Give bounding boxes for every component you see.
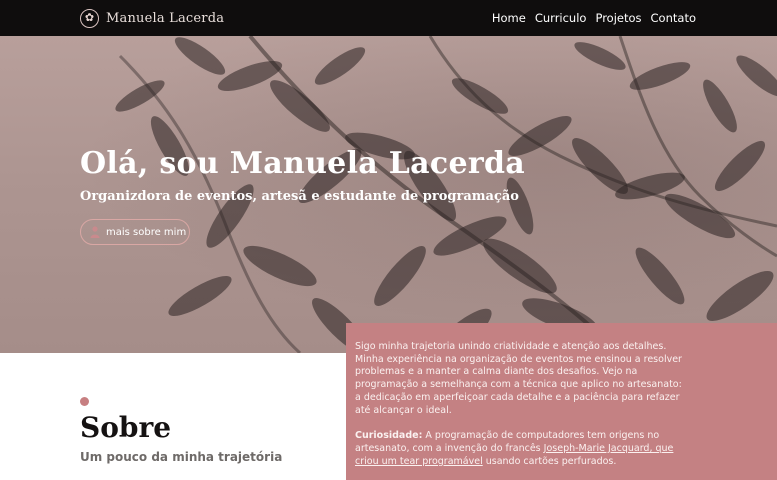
nav-links: Home Curriculo Projetos Contato <box>492 0 696 36</box>
curiosity-paragraph: Curiosidade: A programação de computador… <box>355 430 690 468</box>
nav-link-projetos[interactable]: Projetos <box>595 11 641 25</box>
nav-link-contato[interactable]: Contato <box>651 11 696 25</box>
about-section: Sobre Um pouco da minha trajetória <box>0 353 346 480</box>
curiosity-label: Curiosidade: <box>355 430 423 442</box>
brand-name: Manuela Lacerda <box>106 10 225 26</box>
person-icon <box>90 226 100 238</box>
nav-link-home[interactable]: Home <box>492 11 526 25</box>
about-title: Sobre <box>80 411 172 444</box>
brand[interactable]: ✿ Manuela Lacerda <box>80 8 225 28</box>
section-dot <box>80 397 89 406</box>
curiosity-text-after: usando cartões perfurados. <box>482 455 617 467</box>
nav-link-curriculo[interactable]: Curriculo <box>535 11 587 25</box>
more-about-me-label: mais sobre mim <box>106 226 187 238</box>
about-subtitle: Um pouco da minha trajetória <box>80 450 283 464</box>
flower-icon: ✿ <box>80 8 99 28</box>
top-navbar: ✿ Manuela Lacerda Home Curriculo Projeto… <box>0 0 777 36</box>
hero-section: Olá, sou Manuela Lacerda Organizdora de … <box>0 36 777 353</box>
hero-subtitle: Organizdora de eventos, artesã e estudan… <box>80 189 519 204</box>
about-paragraph: Sigo minha trajetoria unindo criatividad… <box>355 341 682 416</box>
about-info-panel: Sigo minha trajetoria unindo criatividad… <box>346 323 777 480</box>
hero-title: Olá, sou Manuela Lacerda <box>80 146 525 181</box>
more-about-me-button[interactable]: mais sobre mim <box>80 219 190 245</box>
